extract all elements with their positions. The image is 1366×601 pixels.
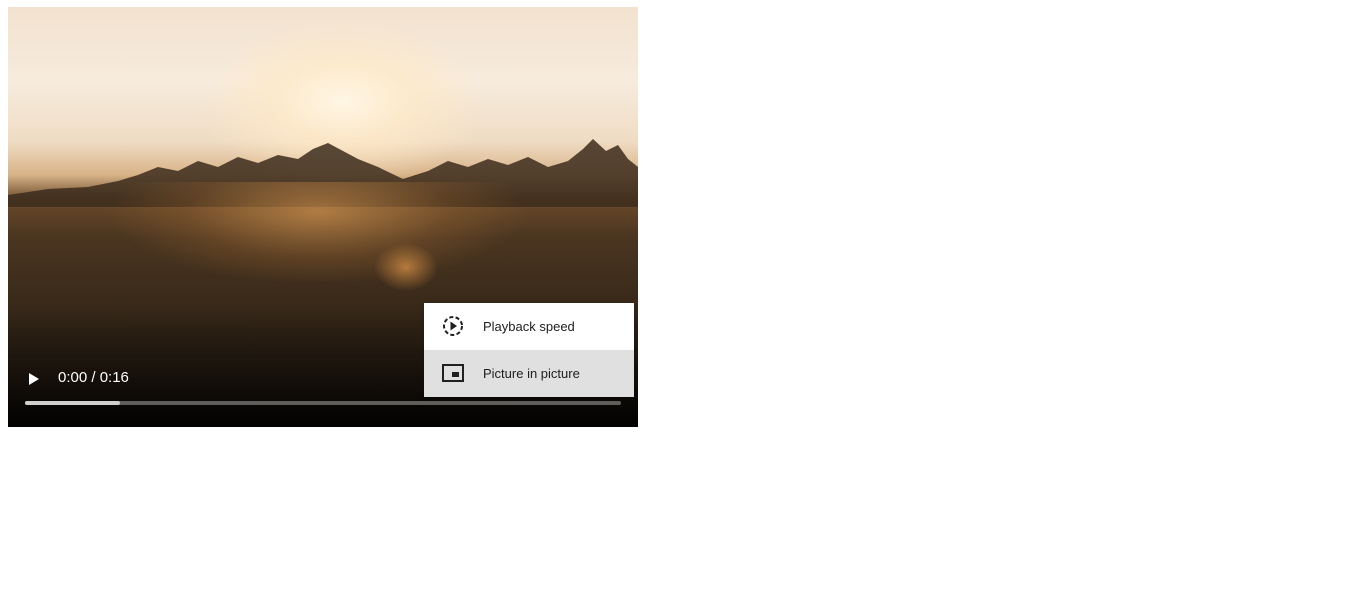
video-player[interactable]: 0:00 / 0:16 Playback speed Picture in pi… bbox=[8, 7, 638, 427]
progress-buffer bbox=[25, 401, 121, 405]
menu-item-label: Picture in picture bbox=[483, 366, 580, 381]
play-icon bbox=[29, 373, 39, 385]
menu-item-label: Playback speed bbox=[483, 319, 575, 334]
picture-in-picture-icon bbox=[441, 361, 465, 385]
progress-bar[interactable] bbox=[25, 401, 621, 405]
menu-item-picture-in-picture[interactable]: Picture in picture bbox=[424, 350, 634, 397]
overflow-menu: Playback speed Picture in picture bbox=[424, 303, 634, 397]
time-display: 0:00 / 0:16 bbox=[58, 369, 129, 386]
playback-speed-icon bbox=[441, 314, 465, 338]
menu-item-playback-speed[interactable]: Playback speed bbox=[424, 303, 634, 350]
play-button[interactable] bbox=[20, 365, 48, 393]
